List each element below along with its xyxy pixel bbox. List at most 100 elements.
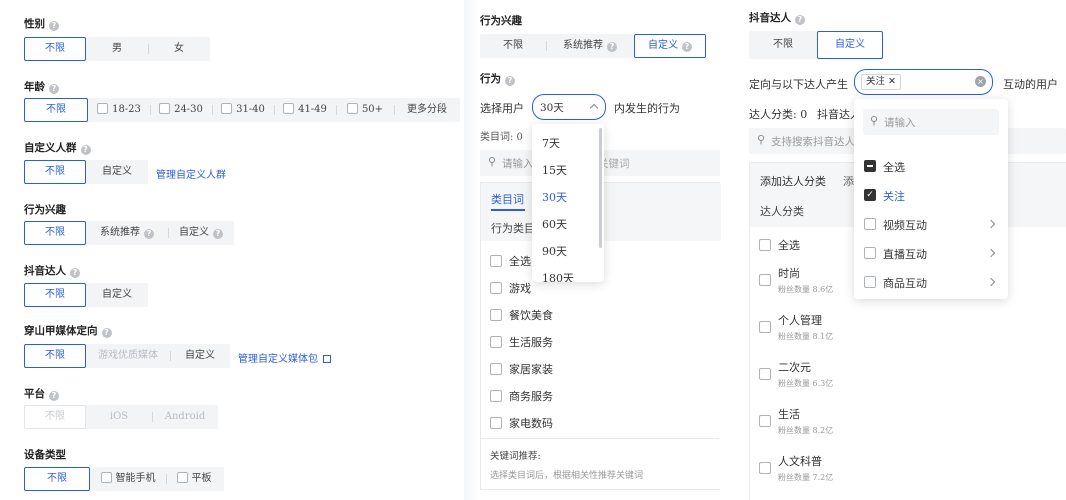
middle-interest-label: 行为兴趣 bbox=[480, 15, 522, 27]
age-option-any[interactable]: 不限 bbox=[24, 98, 88, 122]
days-option[interactable]: 90天 bbox=[542, 243, 567, 259]
close-icon[interactable]: ✕ bbox=[888, 76, 896, 87]
checkbox[interactable] bbox=[864, 218, 876, 230]
checkbox[interactable] bbox=[490, 363, 502, 375]
tab-second[interactable]: 添 bbox=[843, 173, 854, 189]
interest-option-custom[interactable]: 自定义? bbox=[168, 221, 234, 245]
tab-add-creator-category[interactable]: 添加达人分类 bbox=[760, 173, 826, 189]
right-douyin-option-custom[interactable]: 自定义 bbox=[817, 31, 883, 59]
checked-checkbox[interactable]: ✓ bbox=[864, 189, 876, 201]
divider bbox=[481, 438, 719, 439]
checkbox[interactable] bbox=[759, 415, 771, 427]
checkbox[interactable] bbox=[176, 472, 188, 483]
category-item[interactable]: 游戏 bbox=[490, 280, 531, 296]
right-douyin-option-any[interactable]: 不限 bbox=[749, 31, 817, 59]
checkbox[interactable] bbox=[490, 309, 502, 321]
help-icon[interactable]: ? bbox=[49, 391, 59, 401]
right-count-label: 达人分类: 0 bbox=[749, 108, 808, 121]
checkbox[interactable] bbox=[490, 282, 502, 294]
age-option-18-23[interactable]: 18-23 bbox=[88, 98, 150, 122]
device-option-tablet[interactable]: 平板 bbox=[166, 467, 222, 491]
help-icon[interactable]: ? bbox=[505, 76, 515, 86]
age-option-31-40[interactable]: 31-40 bbox=[212, 98, 274, 122]
age-option-24-30[interactable]: 24-30 bbox=[150, 98, 212, 122]
category-item[interactable]: 生活服务 bbox=[490, 334, 553, 350]
checkbox[interactable] bbox=[759, 274, 771, 286]
creator-item[interactable]: 全选 bbox=[759, 237, 800, 253]
help-icon[interactable]: ? bbox=[144, 229, 154, 239]
douyin-option-any[interactable]: 不限 bbox=[24, 283, 86, 307]
category-item[interactable]: 家电数码 bbox=[490, 415, 553, 431]
custom-crowd-option-any[interactable]: 不限 bbox=[24, 160, 86, 184]
custom-crowd-option-custom[interactable]: 自定义 bbox=[86, 160, 148, 184]
dropdown-search-input[interactable]: ⚲ 请输入 bbox=[863, 109, 999, 135]
help-icon[interactable]: ? bbox=[49, 21, 59, 31]
checkbox[interactable] bbox=[759, 321, 771, 333]
device-option-phone[interactable]: 智能手机 bbox=[90, 467, 166, 491]
douyin-option-custom[interactable]: 自定义 bbox=[86, 283, 148, 307]
checkbox[interactable] bbox=[100, 472, 112, 483]
days-select[interactable]: 30天 bbox=[532, 94, 606, 120]
checkbox[interactable] bbox=[490, 417, 502, 429]
category-item[interactable]: 全选 bbox=[490, 253, 531, 269]
checkbox[interactable] bbox=[759, 368, 771, 380]
manage-media-link[interactable]: 管理自定义媒体包 bbox=[238, 350, 332, 365]
help-icon[interactable]: ? bbox=[70, 268, 80, 278]
interaction-select[interactable]: 关注 ✕ × bbox=[854, 69, 993, 95]
middle-interest-option-any[interactable]: 不限 bbox=[480, 34, 546, 58]
help-icon[interactable]: ? bbox=[80, 145, 91, 155]
checkbox[interactable] bbox=[97, 103, 109, 114]
age-label: 年龄? bbox=[24, 79, 59, 94]
gender-option-male[interactable]: 男 bbox=[86, 37, 148, 61]
media-option-any[interactable]: 不限 bbox=[24, 344, 86, 368]
checkbox[interactable] bbox=[221, 103, 233, 114]
help-icon[interactable]: ? bbox=[101, 328, 112, 338]
checkbox[interactable] bbox=[490, 336, 502, 348]
manage-custom-crowd-link[interactable]: 管理自定义人群 bbox=[156, 166, 226, 181]
help-icon[interactable]: ? bbox=[213, 229, 223, 239]
category-item[interactable]: 商务服务 bbox=[490, 388, 553, 404]
gender-option-female[interactable]: 女 bbox=[148, 37, 210, 61]
platform-option-ios[interactable]: iOS bbox=[86, 405, 152, 429]
checkbox[interactable] bbox=[759, 239, 771, 251]
clear-icon[interactable]: × bbox=[975, 76, 986, 87]
days-option[interactable]: 15天 bbox=[542, 162, 567, 178]
checkbox[interactable] bbox=[283, 103, 295, 114]
gender-option-any[interactable]: 不限 bbox=[24, 37, 86, 61]
creator-item-fans: 粉丝数量 6.3亿 bbox=[778, 379, 834, 388]
dropdown-scrollbar[interactable] bbox=[599, 128, 602, 248]
media-option-custom[interactable]: 自定义 bbox=[170, 344, 230, 368]
days-option[interactable]: 180天 bbox=[542, 270, 574, 282]
middle-interest-option-custom[interactable]: 自定义? bbox=[634, 34, 706, 58]
checkbox[interactable] bbox=[490, 255, 502, 267]
help-icon[interactable]: ? bbox=[49, 84, 59, 94]
help-icon[interactable]: ? bbox=[682, 42, 692, 52]
age-more-segments[interactable]: 更多分段 bbox=[394, 98, 460, 122]
interest-option-system[interactable]: 系统推荐? bbox=[86, 221, 168, 245]
tab-category[interactable]: 类目词 bbox=[491, 191, 524, 207]
checkbox[interactable] bbox=[490, 390, 502, 402]
help-icon[interactable]: ? bbox=[795, 15, 805, 25]
checkbox[interactable] bbox=[864, 247, 876, 259]
platform-option-any[interactable]: 不限 bbox=[24, 405, 86, 429]
interest-option-any[interactable]: 不限 bbox=[24, 221, 86, 245]
middle-interest-option-system[interactable]: 系统推荐? bbox=[546, 34, 634, 58]
media-option-game[interactable]: 游戏优质媒体 bbox=[86, 344, 170, 368]
category-item[interactable]: 家居家装 bbox=[490, 361, 553, 377]
help-icon[interactable]: ? bbox=[607, 42, 617, 52]
age-option-41-49[interactable]: 41-49 bbox=[274, 98, 336, 122]
days-option[interactable]: 60天 bbox=[542, 216, 567, 232]
category-item[interactable]: 餐饮美食 bbox=[490, 307, 553, 323]
platform-selector: 不限 iOS Android bbox=[24, 405, 218, 429]
checkbox[interactable] bbox=[159, 103, 171, 114]
age-option-50plus[interactable]: 50+ bbox=[336, 98, 394, 122]
days-option-selected[interactable]: 30天 bbox=[542, 189, 567, 205]
option-label: 系统推荐 bbox=[563, 40, 603, 51]
days-option[interactable]: 7天 bbox=[542, 135, 560, 151]
checkbox[interactable] bbox=[759, 462, 771, 474]
platform-option-android[interactable]: Android bbox=[152, 405, 218, 429]
checkbox[interactable] bbox=[864, 276, 876, 288]
checkbox[interactable] bbox=[346, 103, 358, 114]
device-option-any[interactable]: 不限 bbox=[24, 467, 90, 491]
indeterminate-checkbox[interactable] bbox=[864, 160, 876, 172]
